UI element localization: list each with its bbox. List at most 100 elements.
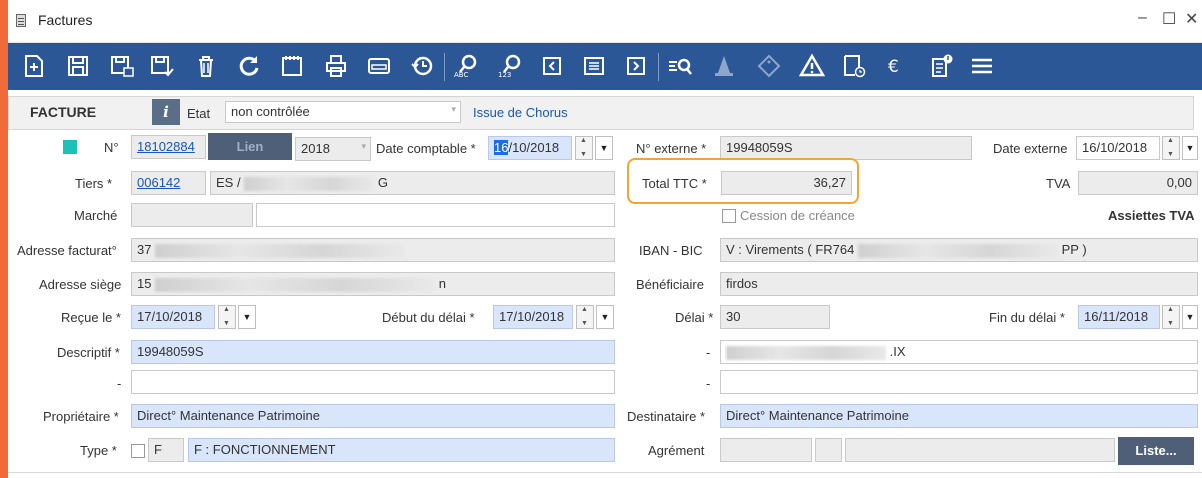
debut-delai-spinner[interactable] <box>576 305 594 329</box>
lien-button[interactable]: Lien <box>208 133 292 160</box>
minimize-button[interactable]: – <box>1138 9 1147 27</box>
fin-delai-field[interactable]: 16/11/2018 <box>1078 305 1160 329</box>
adresse-siege-field[interactable]: 15 n <box>131 272 615 296</box>
assiettes-tva-button[interactable]: Assiettes TVA <box>1108 208 1194 223</box>
beneficiaire-field[interactable]: firdos <box>720 272 1198 296</box>
adresse-facturation-field[interactable]: 37 <box>131 238 615 262</box>
cone-icon[interactable] <box>708 50 740 82</box>
type-code-field[interactable]: F <box>148 438 184 462</box>
euro-icon[interactable]: € <box>878 50 910 82</box>
chevron-down-icon: ▾ <box>361 141 366 151</box>
calendar-icon[interactable] <box>276 50 308 82</box>
etat-label: Etat <box>187 106 211 121</box>
iban-field[interactable]: V : Virements ( FR764 PP ) <box>720 238 1198 262</box>
dash-label: - <box>706 345 711 360</box>
fin-delai-dropdown[interactable]: ▼ <box>1182 305 1198 329</box>
date-externe-value: 16/10/2018 <box>1082 140 1148 155</box>
type-field[interactable]: F : FONCTIONNEMENT <box>188 438 615 462</box>
etat-select[interactable]: non contrôlée ▾ <box>225 101 461 123</box>
marche-code-field[interactable] <box>131 203 253 227</box>
cession-label: Cession de créance <box>740 208 855 223</box>
destinataire-label: Destinataire * <box>627 409 706 424</box>
debut-delai-field[interactable]: 17/10/2018 <box>493 305 573 329</box>
tiers-name-field[interactable]: ES / G <box>210 171 615 195</box>
save-icon[interactable] <box>62 50 94 82</box>
agrement-code-field[interactable] <box>720 438 812 462</box>
maximize-button[interactable]: ☐ <box>1162 9 1176 29</box>
year-select[interactable]: 2018 ▾ <box>295 137 371 161</box>
tva-field[interactable]: 0,00 <box>1078 171 1198 195</box>
date-externe-dropdown[interactable]: ▼ <box>1182 136 1198 160</box>
date-comptable-label: Date comptable * <box>376 141 476 156</box>
divider <box>8 472 1202 473</box>
tag-icon[interactable] <box>753 50 785 82</box>
filter-search-icon[interactable] <box>664 50 696 82</box>
list-view-icon[interactable] <box>578 50 610 82</box>
date-comptable-dropdown[interactable]: ▼ <box>595 136 613 160</box>
marche-name-field[interactable] <box>256 203 615 227</box>
date-comptable-field[interactable]: 16/10/2018 <box>488 136 572 160</box>
num-field[interactable]: 18102884 <box>131 135 206 159</box>
next-icon[interactable] <box>620 50 652 82</box>
recue-dropdown[interactable]: ▼ <box>238 305 256 329</box>
delai-value: 30 <box>726 309 741 324</box>
date-externe-field[interactable]: 16/10/2018 <box>1076 136 1160 160</box>
save-and-list-icon[interactable] <box>106 50 138 82</box>
extra-field-right[interactable] <box>720 370 1198 394</box>
fin-delai-value: 16/11/2018 <box>1084 309 1149 324</box>
proprietaire-field[interactable]: Direct° Maintenance Patrimoine <box>131 404 615 428</box>
search-text-icon[interactable]: ABC <box>450 50 482 82</box>
previous-icon[interactable] <box>536 50 568 82</box>
iban-start: V : Virements ( FR764 <box>726 242 855 257</box>
iban-end: PP ) <box>1061 242 1087 257</box>
svg-text:ABC: ABC <box>454 71 468 79</box>
info-button[interactable]: i <box>152 99 180 125</box>
etat-value: non contrôlée <box>231 104 310 119</box>
descriptif-label: Descriptif * <box>57 345 120 360</box>
history-icon[interactable] <box>406 50 438 82</box>
tiers-name-start: ES / <box>216 175 241 190</box>
delai-field[interactable]: 30 <box>720 305 830 329</box>
warning-icon[interactable] <box>796 50 828 82</box>
agrement-sub-field[interactable] <box>815 438 842 462</box>
document-clock-icon[interactable] <box>838 50 870 82</box>
section-title: FACTURE <box>30 104 97 120</box>
tiers-label: Tiers * <box>75 176 113 191</box>
fin-delai-spinner[interactable] <box>1162 305 1180 329</box>
liste-button[interactable]: Liste... <box>1118 437 1194 465</box>
tiers-code-field[interactable]: 006142 <box>131 171 206 195</box>
descriptif-secondary-field[interactable]: .IX <box>720 340 1198 364</box>
type-checkbox[interactable] <box>131 444 145 458</box>
delai-label: Délai * <box>675 310 714 325</box>
notes-icon[interactable] <box>926 50 958 82</box>
cession-checkbox[interactable] <box>722 209 736 223</box>
payment-card-icon[interactable] <box>363 50 395 82</box>
print-icon[interactable] <box>320 50 352 82</box>
debut-delai-dropdown[interactable]: ▼ <box>596 305 614 329</box>
window-title: Factures <box>38 12 93 28</box>
facture-header <box>8 96 1194 130</box>
num-externe-field[interactable]: 19948059S <box>720 136 972 160</box>
close-button[interactable]: ✕ <box>1185 9 1198 29</box>
issue-chorus-link[interactable]: Issue de Chorus <box>473 105 568 120</box>
date-comptable-day: 16 <box>494 140 509 155</box>
redacted-text <box>244 176 375 191</box>
search-number-icon[interactable]: 123 <box>494 50 526 82</box>
date-comptable-spinner[interactable] <box>575 136 593 160</box>
extra-field-left[interactable] <box>131 370 615 394</box>
descriptif-secondary-end: .IX <box>889 344 906 359</box>
save-and-validate-icon[interactable] <box>146 50 178 82</box>
refresh-icon[interactable] <box>233 50 265 82</box>
new-document-icon[interactable] <box>18 50 50 82</box>
marche-label: Marché <box>74 208 118 223</box>
agrement-name-field[interactable] <box>845 438 1115 462</box>
destinataire-field[interactable]: Direct° Maintenance Patrimoine <box>720 404 1198 428</box>
recue-field[interactable]: 17/10/2018 <box>131 305 215 329</box>
date-externe-spinner[interactable] <box>1162 136 1180 160</box>
recue-spinner[interactable] <box>218 305 236 329</box>
accent-strip <box>0 0 8 478</box>
adresse-siege-label: Adresse siège <box>39 277 122 292</box>
menu-icon[interactable] <box>966 50 998 82</box>
descriptif-field[interactable]: 19948059S <box>131 340 615 364</box>
delete-icon[interactable] <box>190 50 222 82</box>
